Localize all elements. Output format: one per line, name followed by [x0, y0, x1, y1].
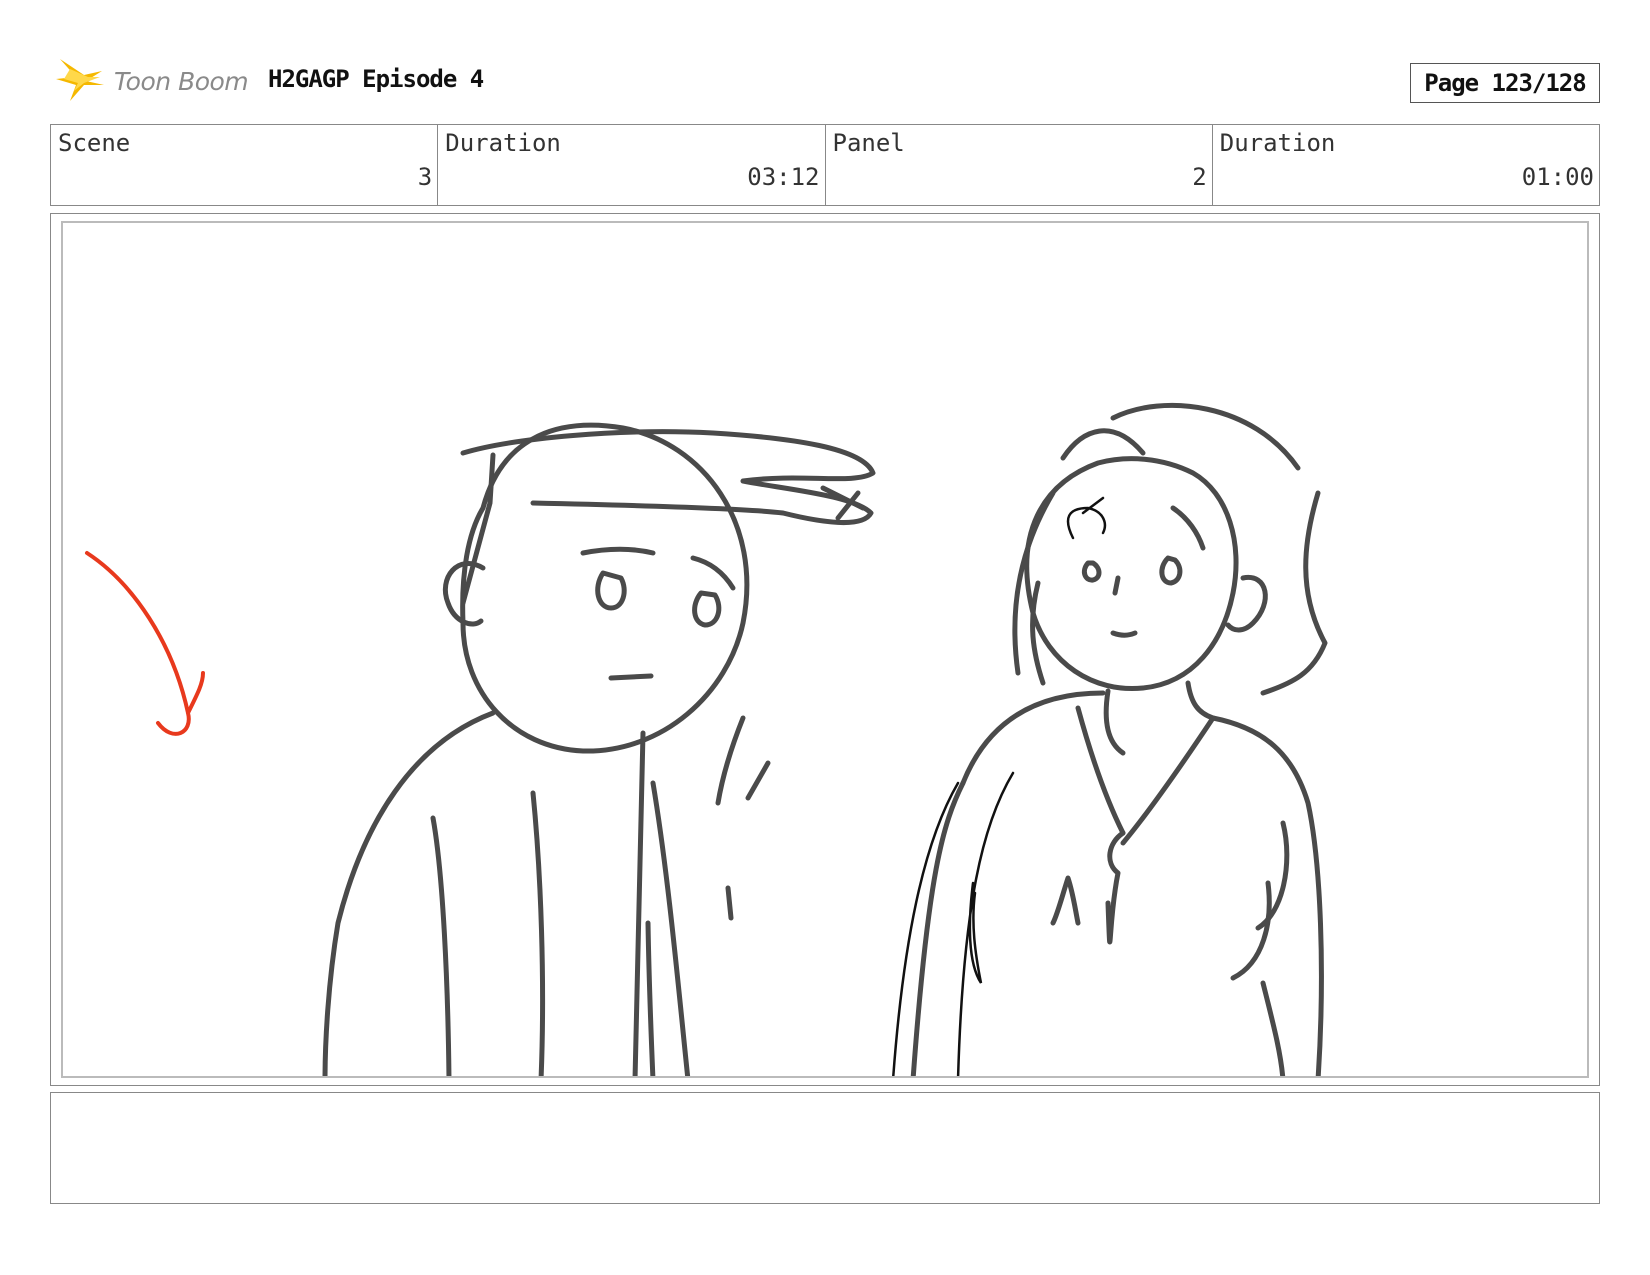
woman-shoulder-left [960, 690, 1106, 786]
episode-title: H2GAGP Episode 4 [268, 65, 484, 93]
man-eye-right [692, 590, 722, 628]
woman-tie [1105, 830, 1126, 945]
woman-brow-ink [1066, 496, 1107, 540]
man-tie-mid [645, 920, 656, 1076]
man-hair-tuft [820, 485, 866, 521]
woman-brow-right [1170, 505, 1206, 551]
man-shoulder-left [322, 710, 496, 1076]
woman-arm-right [1255, 820, 1290, 931]
man-brow-left [580, 546, 656, 556]
panel-value: 2 [1192, 163, 1207, 191]
woman-face [1024, 456, 1239, 692]
woman-hair-right [1260, 490, 1328, 696]
man-motion-1 [715, 715, 746, 806]
man-eye-left [595, 570, 627, 611]
woman-chest-mark [1050, 875, 1081, 926]
logo-text: Toon Boom [114, 67, 249, 96]
man-brow-right [690, 555, 736, 591]
man-hair [460, 429, 876, 606]
woman-collar [1075, 705, 1216, 846]
storyboard-panel [50, 213, 1600, 1086]
sketch-strokes [322, 402, 1328, 1076]
man-arm-left [430, 815, 452, 1076]
woman-neck-right [1185, 680, 1216, 721]
woman-nose [1112, 575, 1121, 596]
scene-value: 3 [417, 163, 433, 191]
scene-cell: Scene 3 [51, 125, 439, 205]
man-mouth [608, 673, 654, 681]
scene-duration-cell: Duration 03:12 [438, 125, 826, 205]
man-head [460, 422, 750, 754]
toon-boom-logo: Toon Boom [54, 55, 254, 105]
man-motion-3 [725, 885, 734, 921]
panel-duration-label: Duration [1219, 129, 1336, 157]
woman-hair-top [1060, 402, 1301, 471]
panel-duration-value: 01:00 [1521, 163, 1594, 191]
panel-cell: Panel 2 [826, 125, 1213, 205]
scene-label: Scene [58, 129, 131, 157]
woman-eye-right [1159, 555, 1183, 586]
man-tie-right [650, 780, 691, 1076]
sketch-ink-strokes [892, 496, 1107, 1076]
panel-label: Panel [832, 129, 905, 157]
panel-drawing-area [61, 221, 1589, 1078]
scene-info-row: Scene 3 Duration 03:12 Panel 2 Duration … [50, 124, 1600, 206]
panel-sketch [85, 402, 1328, 1076]
woman-fold-right [1230, 880, 1272, 981]
woman-arm-ink [892, 771, 1015, 1076]
woman-eye-left [1081, 560, 1102, 583]
panel-duration-cell: Duration 01:00 [1213, 125, 1599, 205]
page-indicator: Page 123/128 [1410, 63, 1600, 103]
woman-mouth [1110, 630, 1138, 638]
camera-move-arrow [85, 551, 205, 736]
panel-notes-box[interactable] [50, 1092, 1600, 1204]
woman-neck-left [1103, 688, 1126, 756]
scene-duration-label: Duration [445, 129, 561, 157]
man-fold [530, 790, 546, 1076]
man-tie-left [632, 730, 646, 1076]
woman-side-right [1260, 980, 1286, 1076]
flame-icon [56, 59, 104, 101]
storyboard-header: Toon Boom H2GAGP Episode 4 Page 123/128 [50, 55, 1600, 105]
scene-duration-value: 03:12 [747, 163, 820, 191]
man-motion-2 [745, 760, 771, 801]
